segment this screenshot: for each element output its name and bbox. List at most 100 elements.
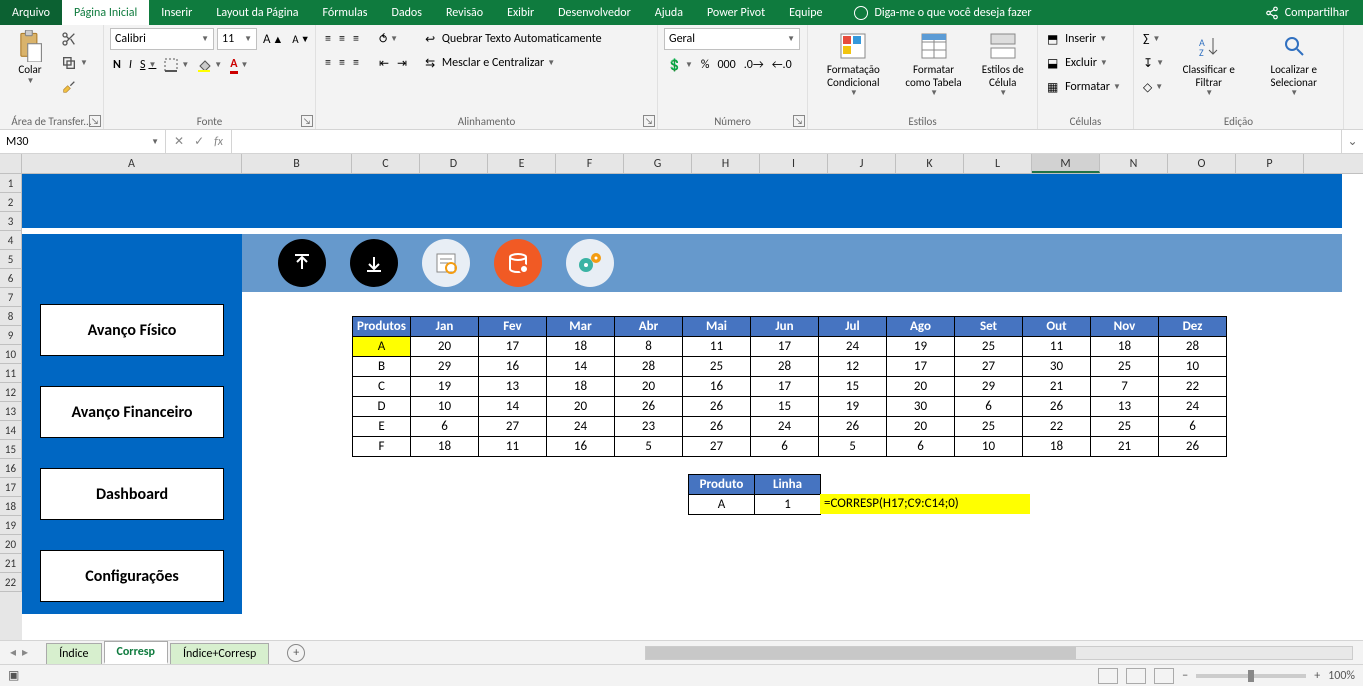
find-select-button[interactable]: Localizar e Selecionar▼: [1250, 28, 1337, 100]
table-cell[interactable]: 21: [1091, 437, 1159, 457]
record-macro-icon[interactable]: ▣: [8, 668, 19, 683]
row-header-18[interactable]: 18: [0, 497, 22, 516]
select-all-corner[interactable]: [0, 154, 22, 173]
row-header-2[interactable]: 2: [0, 193, 22, 212]
percent-button[interactable]: %: [698, 54, 713, 76]
decrease-font-button[interactable]: A▼: [289, 28, 312, 50]
page-break-view-button[interactable]: [1154, 668, 1174, 684]
table-cell[interactable]: 24: [1159, 397, 1227, 417]
table-cell[interactable]: 26: [819, 417, 887, 437]
table-cell[interactable]: 18: [1023, 437, 1091, 457]
align-bottom-button[interactable]: ≡: [350, 28, 362, 50]
row-header-8[interactable]: 8: [0, 307, 22, 326]
tab-powerpivot[interactable]: Power Pivot: [695, 0, 777, 25]
new-sheet-button[interactable]: +: [287, 644, 305, 662]
table-cell[interactable]: 30: [887, 397, 955, 417]
table-cell[interactable]: 5: [615, 437, 683, 457]
tab-nav[interactable]: ◂▸: [0, 645, 38, 660]
download-icon[interactable]: [350, 239, 398, 287]
row-header-3[interactable]: 3: [0, 212, 22, 231]
fill-button[interactable]: ↧▼: [1140, 52, 1167, 74]
sidebar-button-3[interactable]: Configurações: [40, 550, 224, 602]
table-cell[interactable]: 20: [887, 377, 955, 397]
table-cell[interactable]: 14: [547, 357, 615, 377]
bold-button[interactable]: N: [110, 54, 124, 76]
table-cell[interactable]: E: [353, 417, 411, 437]
zoom-out-button[interactable]: −: [1182, 669, 1188, 683]
col-header-M[interactable]: M: [1032, 154, 1100, 173]
table-cell[interactable]: 13: [1091, 397, 1159, 417]
table-cell[interactable]: 13: [479, 377, 547, 397]
table-cell[interactable]: 27: [683, 437, 751, 457]
table-cell[interactable]: 30: [1023, 357, 1091, 377]
settings-gears-icon[interactable]: [566, 239, 614, 287]
enter-formula-icon[interactable]: ✓: [194, 134, 204, 149]
tab-formulas[interactable]: Fórmulas: [311, 0, 380, 25]
table-cell[interactable]: 26: [1023, 397, 1091, 417]
horizontal-scrollbar[interactable]: [645, 646, 1353, 660]
row-header-16[interactable]: 16: [0, 459, 22, 478]
table-cell[interactable]: 15: [819, 377, 887, 397]
col-header-F[interactable]: F: [556, 154, 624, 173]
sheet-tab-Índice[interactable]: Índice: [46, 643, 101, 664]
fx-icon[interactable]: fx: [214, 135, 223, 149]
row-header-7[interactable]: 7: [0, 288, 22, 307]
underline-button[interactable]: S▼: [137, 54, 159, 76]
col-header-I[interactable]: I: [760, 154, 828, 173]
row-header-15[interactable]: 15: [0, 440, 22, 459]
formula-display-cell[interactable]: =CORRESP(H17;C9:C14;0): [820, 494, 1030, 514]
col-header-C[interactable]: C: [352, 154, 420, 173]
orientation-button[interactable]: ⥀▼: [376, 28, 401, 50]
table-cell[interactable]: 11: [1023, 337, 1091, 357]
table-cell[interactable]: 20: [547, 397, 615, 417]
page-layout-view-button[interactable]: [1126, 668, 1146, 684]
row-header-20[interactable]: 20: [0, 535, 22, 554]
table-cell[interactable]: F: [353, 437, 411, 457]
wrap-text-button[interactable]: ↩ Quebrar Texto Automaticamente: [422, 28, 604, 50]
expand-formula-bar[interactable]: ⌄: [1341, 130, 1363, 153]
font-color-button[interactable]: A▼: [227, 54, 251, 76]
col-header-J[interactable]: J: [828, 154, 896, 173]
table-cell[interactable]: 28: [751, 357, 819, 377]
sidebar-button-1[interactable]: Avanço Financeiro: [40, 386, 224, 438]
table-cell[interactable]: 26: [615, 397, 683, 417]
table-cell[interactable]: 25: [1091, 417, 1159, 437]
table-cell[interactable]: 6: [411, 417, 479, 437]
cut-button[interactable]: [58, 28, 91, 50]
table-cell[interactable]: 20: [411, 337, 479, 357]
col-header-K[interactable]: K: [896, 154, 964, 173]
col-header-E[interactable]: E: [488, 154, 556, 173]
table-cell[interactable]: 14: [479, 397, 547, 417]
table-cell[interactable]: 17: [751, 337, 819, 357]
italic-button[interactable]: I: [126, 54, 135, 76]
tab-insert[interactable]: Inserir: [149, 0, 204, 25]
table-cell[interactable]: 25: [955, 337, 1023, 357]
align-middle-button[interactable]: ≡: [336, 28, 348, 50]
table-cell[interactable]: 18: [547, 377, 615, 397]
cancel-formula-icon[interactable]: ✕: [174, 134, 184, 149]
table-cell[interactable]: 19: [411, 377, 479, 397]
insert-cells-button[interactable]: ⬒ Inserir▼: [1044, 28, 1124, 50]
row-header-19[interactable]: 19: [0, 516, 22, 535]
table-cell[interactable]: 10: [411, 397, 479, 417]
tab-view[interactable]: Exibir: [495, 0, 546, 25]
delete-cells-button[interactable]: ⬓ Excluir▼: [1044, 52, 1124, 74]
sort-filter-button[interactable]: AZClassificar e Filtrar▼: [1171, 28, 1246, 100]
col-header-L[interactable]: L: [964, 154, 1032, 173]
table-cell[interactable]: C: [353, 377, 411, 397]
sheet-tab-Índice+Corresp[interactable]: Índice+Corresp: [170, 643, 269, 664]
table-cell[interactable]: 15: [751, 397, 819, 417]
autosum-button[interactable]: ∑▼: [1140, 28, 1167, 50]
table-cell[interactable]: 18: [1091, 337, 1159, 357]
format-as-table-button[interactable]: Formatar como Tabela▼: [897, 28, 971, 100]
row-header-14[interactable]: 14: [0, 421, 22, 440]
tab-file[interactable]: Arquivo: [0, 0, 62, 25]
table-cell[interactable]: 16: [479, 357, 547, 377]
col-header-P[interactable]: P: [1236, 154, 1304, 173]
table-cell[interactable]: 20: [615, 377, 683, 397]
database-icon[interactable]: [494, 239, 542, 287]
row-header-10[interactable]: 10: [0, 345, 22, 364]
table-cell[interactable]: 18: [411, 437, 479, 457]
table-cell[interactable]: 26: [1159, 437, 1227, 457]
table-cell[interactable]: 23: [615, 417, 683, 437]
